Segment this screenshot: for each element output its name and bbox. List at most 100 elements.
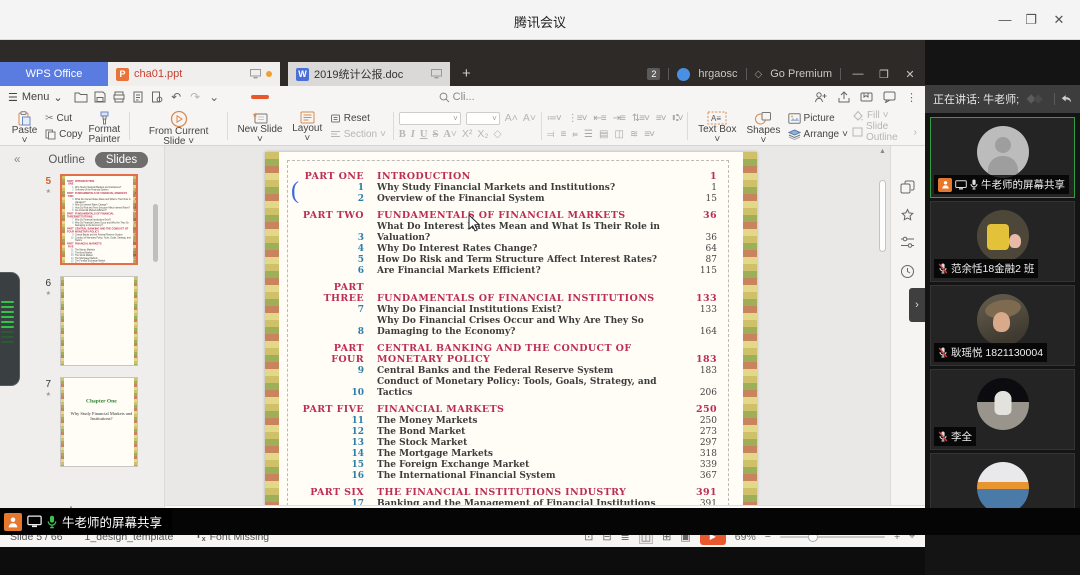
section-button[interactable]: Section ˅ bbox=[328, 129, 388, 140]
invite-user-icon[interactable] bbox=[814, 91, 827, 103]
columns-button[interactable]: ◫ bbox=[614, 129, 622, 140]
tab-slides[interactable]: Slides bbox=[95, 152, 148, 168]
doc-tab-inactive[interactable]: W 2019统计公报.doc bbox=[288, 62, 450, 86]
maximize-icon[interactable]: ❐ bbox=[1020, 10, 1042, 30]
account-avatar[interactable] bbox=[677, 68, 690, 81]
clear-format-button[interactable]: ◇ bbox=[493, 128, 501, 140]
minimize-icon[interactable]: — bbox=[994, 10, 1016, 30]
italic-button[interactable]: I bbox=[411, 129, 415, 140]
align-center-button[interactable]: ≡ bbox=[560, 129, 565, 140]
panel-scrollbar[interactable] bbox=[153, 204, 158, 262]
strike-button[interactable]: S bbox=[432, 129, 438, 140]
ribbon-tab[interactable] bbox=[311, 95, 329, 99]
from-current-slide-button[interactable]: From Current Slide ˅ bbox=[135, 110, 222, 142]
scrollbar-thumb[interactable] bbox=[879, 180, 886, 252]
grow-font-button[interactable]: A˄ bbox=[505, 112, 518, 124]
align-left-button[interactable]: ⫤ bbox=[547, 129, 554, 140]
undo-icon[interactable]: ↶ bbox=[168, 89, 185, 105]
open-icon[interactable] bbox=[73, 89, 90, 105]
font-size-select[interactable]: ˅ bbox=[466, 112, 500, 125]
line-spacing-button[interactable]: ⇅≡˅ bbox=[632, 113, 649, 124]
superscript-button[interactable]: X² bbox=[462, 128, 473, 140]
slide-thumbnail-5[interactable]: PART ONEINTRODUCTION11Why Study Financia… bbox=[60, 174, 138, 265]
participant-tile[interactable]: 李全 bbox=[930, 369, 1075, 450]
print-icon[interactable] bbox=[130, 89, 147, 105]
format-painter-button[interactable]: FormatPainter bbox=[84, 110, 124, 142]
go-premium-button[interactable]: Go Premium bbox=[770, 68, 832, 80]
ribbon-search[interactable]: Cli... bbox=[439, 91, 475, 103]
tab-outline[interactable]: Outline bbox=[48, 154, 84, 166]
font-color-button[interactable]: A˅ bbox=[443, 129, 457, 140]
shapes-button[interactable]: Shapes ˅ bbox=[741, 110, 785, 142]
wps-home-tab[interactable]: WPS Office bbox=[0, 62, 108, 86]
comment-icon[interactable] bbox=[883, 91, 896, 103]
cut-button[interactable]: ✂Cut bbox=[43, 113, 84, 124]
close-icon[interactable]: ✕ bbox=[1048, 10, 1070, 30]
merge-button[interactable]: ⑆˅ bbox=[673, 113, 683, 124]
subscript-button[interactable]: X₂ bbox=[477, 128, 488, 140]
ribbon-tab[interactable] bbox=[351, 95, 369, 99]
decrease-indent-button[interactable]: ⇤≡ bbox=[593, 113, 605, 124]
doc-count-badge[interactable]: 2 bbox=[647, 68, 660, 80]
copy-button[interactable]: Copy bbox=[43, 129, 84, 140]
slide-thumbnail-6[interactable] bbox=[60, 276, 138, 366]
new-slide-button[interactable]: New Slide ˅ bbox=[233, 110, 287, 142]
wps-close-icon[interactable]: ✕ bbox=[901, 68, 919, 81]
wps-minimize-icon[interactable]: — bbox=[849, 68, 867, 80]
collapse-panel-icon[interactable]: « bbox=[14, 154, 20, 166]
participant-tile[interactable]: 牛老师的屏幕共享 bbox=[930, 117, 1075, 198]
ribbon-tab[interactable] bbox=[411, 95, 429, 99]
current-slide[interactable]: ( PART ONEINTRODUCTION11Why Study Financ… bbox=[265, 152, 757, 505]
object-layers-icon[interactable] bbox=[900, 180, 915, 194]
paste-button[interactable]: Paste ˅ bbox=[6, 110, 43, 142]
mic-volume-widget[interactable] bbox=[0, 272, 20, 386]
properties-icon[interactable] bbox=[900, 236, 915, 249]
output-icon[interactable] bbox=[111, 89, 128, 105]
reset-button[interactable]: Reset bbox=[328, 113, 388, 124]
increase-indent-button[interactable]: ⇥≡ bbox=[613, 113, 625, 124]
slide-thumbnail-7[interactable]: Chapter One Why Study Financial Markets … bbox=[60, 377, 138, 467]
ribbon-tab[interactable] bbox=[291, 95, 309, 99]
redo-icon[interactable]: ↷ bbox=[187, 89, 204, 105]
save-icon[interactable] bbox=[92, 89, 109, 105]
toc-textbox[interactable]: PART ONEINTRODUCTION11Why Study Financia… bbox=[299, 166, 717, 505]
ribbon-tab[interactable] bbox=[271, 95, 289, 99]
canvas-scrollbar[interactable]: ▲ bbox=[878, 148, 887, 505]
text-align-button[interactable]: ≡˅ bbox=[656, 113, 666, 124]
fill-button[interactable]: Fill ˅ bbox=[850, 110, 919, 121]
text-direction-button[interactable]: ≋ bbox=[630, 129, 637, 140]
numbering-button[interactable]: ⋮≡˅ bbox=[568, 113, 587, 124]
doc-tab-active[interactable]: P cha01.ppt bbox=[108, 62, 280, 86]
participant-tile[interactable]: 耿瑶悦 1821130004 bbox=[930, 285, 1075, 366]
justify-button[interactable]: ☰ bbox=[584, 129, 592, 140]
account-name[interactable]: hrgaosc bbox=[698, 68, 737, 80]
arrange-button[interactable]: Arrange ˅ bbox=[786, 129, 850, 140]
text-box-button[interactable]: A≡ Text Box ˅ bbox=[693, 110, 741, 142]
picture-button[interactable]: Picture bbox=[786, 113, 850, 124]
zoom-slider[interactable] bbox=[780, 536, 885, 538]
distribute-button[interactable]: ▤ bbox=[599, 129, 607, 140]
layout-button[interactable]: Layout ˅ bbox=[287, 110, 328, 142]
save-version-icon[interactable] bbox=[860, 91, 873, 103]
quickbar-more-icon[interactable]: ⌄ bbox=[206, 89, 223, 105]
more-options-icon[interactable]: ⋮ bbox=[906, 91, 917, 104]
back-arrow-icon[interactable] bbox=[1061, 93, 1072, 105]
slide-outline-button[interactable]: Slide Outline › bbox=[850, 121, 919, 143]
ribbon-tab[interactable] bbox=[371, 95, 389, 99]
slide-canvas[interactable]: ( PART ONEINTRODUCTION11Why Study Financ… bbox=[165, 146, 890, 505]
underline-button[interactable]: U bbox=[420, 129, 428, 140]
new-tab-button[interactable]: + bbox=[450, 62, 483, 86]
share-icon[interactable] bbox=[837, 91, 850, 103]
ribbon-tab[interactable] bbox=[391, 95, 409, 99]
scroll-up-icon[interactable]: ▲ bbox=[878, 148, 887, 155]
participant-tile[interactable]: 范余恬18金融2 班 bbox=[930, 201, 1075, 282]
preview-icon[interactable] bbox=[149, 89, 166, 105]
bold-button[interactable]: B bbox=[399, 129, 406, 140]
bullets-button[interactable]: ≔˅ bbox=[547, 113, 561, 124]
effects-icon[interactable] bbox=[900, 208, 915, 223]
wps-restore-icon[interactable]: ❐ bbox=[875, 68, 893, 81]
paren-shape[interactable]: ( bbox=[291, 178, 299, 205]
expand-pane-button[interactable]: › bbox=[909, 288, 925, 322]
shrink-font-button[interactable]: A˅ bbox=[523, 112, 536, 124]
para-more-button[interactable]: ≡˅ bbox=[644, 129, 654, 140]
